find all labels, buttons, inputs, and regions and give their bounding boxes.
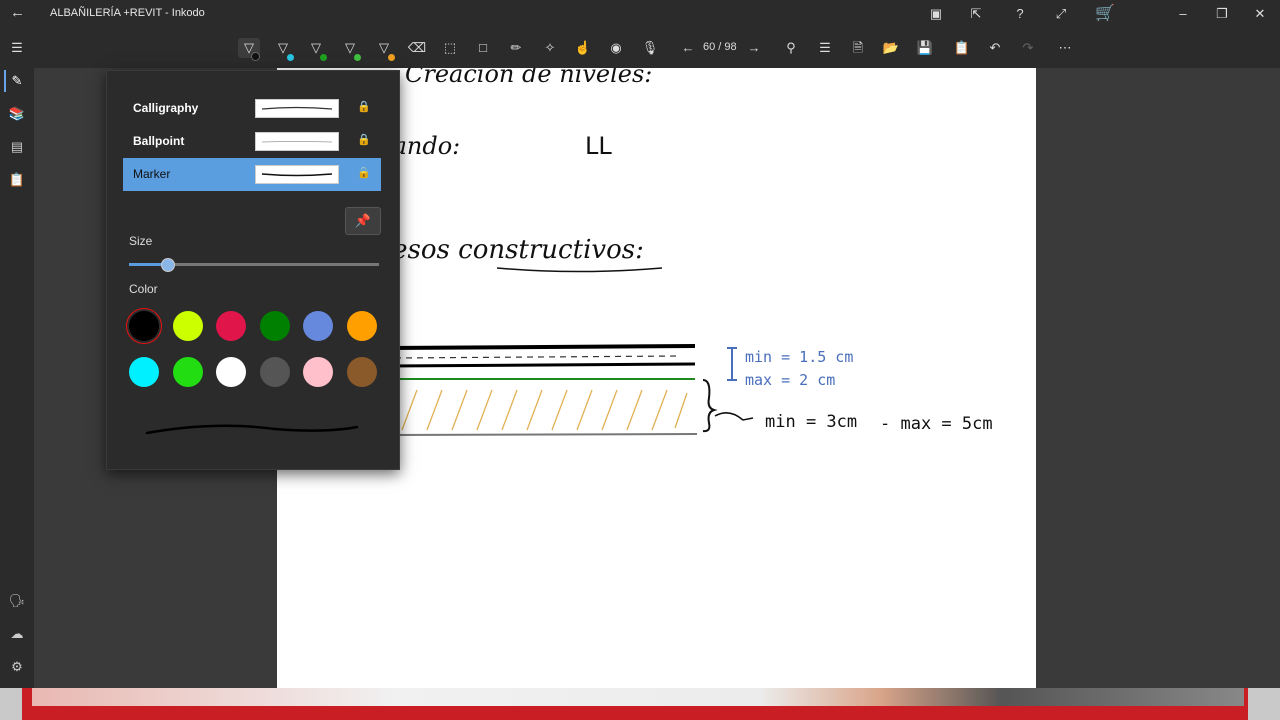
prev-page-icon[interactable]: ← xyxy=(677,38,699,58)
pen-type-label: Marker xyxy=(133,167,171,181)
title-bar: ← ALBAÑILERÍA +REVIT - Inkodo ▣ ⇱ ? ⤢ 🛒 … xyxy=(0,0,1280,28)
color-swatch[interactable] xyxy=(303,311,333,341)
minimize-icon[interactable]: – xyxy=(1172,6,1194,21)
sidebar-settings-icon[interactable]: ⚙ xyxy=(6,656,28,678)
microphone-icon[interactable]: 🎙 xyxy=(639,38,661,58)
lock-icon: 🔒 xyxy=(357,167,371,179)
sidebar: ✎ 📚 ▤ 📋 🗣 ☁ ⚙ xyxy=(0,68,34,688)
stroke-preview xyxy=(145,424,359,435)
sidebar-slides-icon[interactable]: ▤ xyxy=(6,136,28,158)
ruler-icon[interactable]: ✏ xyxy=(505,38,527,58)
pen-tool-orange[interactable]: ▽ xyxy=(373,38,395,61)
cart-icon[interactable]: 🛒 xyxy=(1094,3,1116,23)
move-icon[interactable]: ✧ xyxy=(539,38,561,58)
close-icon[interactable]: ✕ xyxy=(1249,6,1271,22)
pen-tool-cyan[interactable]: ▽ xyxy=(272,38,294,61)
lock-icon: 🔒 xyxy=(357,101,371,113)
layer-top-line xyxy=(386,344,696,350)
color-swatch[interactable] xyxy=(346,357,377,387)
bottom-strip xyxy=(0,688,1280,720)
sidebar-clipboard-icon[interactable]: 📋 xyxy=(6,169,28,191)
underline-stroke xyxy=(496,267,663,273)
pen-type-marker[interactable]: Marker 🔒 xyxy=(123,158,381,191)
color-swatch[interactable] xyxy=(216,311,246,341)
size-label: Size xyxy=(129,234,153,248)
orange-hatching xyxy=(401,389,688,431)
pen-tool-black[interactable]: ▽ xyxy=(238,38,260,61)
color-swatch[interactable] xyxy=(172,357,203,387)
annotation-min-1: min = 1.5 cm xyxy=(745,348,853,366)
pen-settings-panel: Calligraphy 🔒 Ballpoint 🔒 Marker 🔒 📌 Siz… xyxy=(106,70,400,470)
color-swatch[interactable] xyxy=(216,357,246,387)
layer-mid-line xyxy=(386,362,696,368)
pen-type-calligraphy[interactable]: Calligraphy 🔒 xyxy=(123,92,381,125)
palette-icon[interactable]: ◉ xyxy=(605,38,627,58)
zoom-icon[interactable]: ⚲ xyxy=(780,38,802,58)
sidebar-cloud-icon[interactable]: ☁ xyxy=(6,623,28,645)
color-swatch[interactable] xyxy=(129,357,159,387)
toolbar: ☰ ▽ ▽ ▽ ▽ ▽ ⌫ ⬚ □ ✏ ✧ ☝ ◉ 🎙 ← → ⚲ ☰ 🗎 📂 … xyxy=(0,28,1280,68)
color-swatch[interactable] xyxy=(259,311,290,341)
eraser-icon[interactable]: ⌫ xyxy=(406,38,428,58)
marker-preview xyxy=(255,165,339,184)
pen-tool-green[interactable]: ▽ xyxy=(305,38,327,61)
next-page-icon[interactable]: → xyxy=(743,38,765,58)
note-line-2-value: LL xyxy=(585,132,612,160)
color-swatch[interactable] xyxy=(259,357,290,387)
sidebar-library-icon[interactable]: 📚 xyxy=(6,103,28,125)
annotation-max-1: max = 2 cm xyxy=(745,371,835,389)
restore-icon[interactable]: ❐ xyxy=(1211,6,1233,22)
window-title: ALBAÑILERÍA +REVIT - Inkodo xyxy=(50,7,205,19)
share-icon[interactable]: ▣ xyxy=(925,6,947,22)
color-swatch[interactable] xyxy=(172,311,203,341)
color-swatch[interactable] xyxy=(303,357,333,387)
size-slider-thumb[interactable] xyxy=(160,258,175,272)
ballpoint-preview xyxy=(255,132,339,151)
pin-button[interactable]: 📌 xyxy=(345,207,381,235)
brace-stroke xyxy=(702,379,718,433)
export-icon[interactable]: ⇱ xyxy=(965,6,987,22)
adjust-icon[interactable]: ☰ xyxy=(814,38,836,58)
color-swatch[interactable] xyxy=(129,311,159,341)
touch-icon[interactable]: ☝ xyxy=(572,38,594,58)
new-page-icon[interactable]: 🗎 xyxy=(847,38,869,58)
save-icon[interactable]: 💾 xyxy=(914,38,936,58)
pen-tool-lime[interactable]: ▽ xyxy=(339,38,361,61)
annotation-min-2: min = 3cm xyxy=(765,412,857,432)
color-swatch[interactable] xyxy=(346,311,377,341)
blue-range-mark xyxy=(727,347,737,381)
sidebar-presenter-icon[interactable]: 🗣 xyxy=(6,590,28,612)
arrow-stroke xyxy=(714,412,754,421)
banner-image xyxy=(32,688,1244,706)
menu-icon[interactable]: ☰ xyxy=(6,38,28,58)
clipboard-icon[interactable]: 📋 xyxy=(951,38,973,58)
size-slider[interactable] xyxy=(129,258,379,272)
open-folder-icon[interactable]: 📂 xyxy=(880,38,902,58)
note-line-1: Creación de niveles: xyxy=(405,68,652,88)
lasso-select-icon[interactable]: ⬚ xyxy=(439,38,461,58)
shape-icon[interactable]: □ xyxy=(472,38,494,58)
page-counter: 60 / 98 xyxy=(703,41,737,53)
redo-icon[interactable]: ↷ xyxy=(1017,38,1039,58)
back-arrow-icon[interactable]: ← xyxy=(10,4,25,21)
layer-hatch-1 xyxy=(394,355,680,359)
sidebar-pen-icon[interactable]: ✎ xyxy=(4,70,28,92)
pen-type-ballpoint[interactable]: Ballpoint 🔒 xyxy=(123,125,381,158)
pen-type-label: Ballpoint xyxy=(133,134,185,148)
fullscreen-icon[interactable]: ⤢ xyxy=(1050,6,1072,22)
color-label: Color xyxy=(129,282,158,296)
more-icon[interactable]: ⋯ xyxy=(1054,38,1076,58)
pen-type-label: Calligraphy xyxy=(133,101,199,115)
lock-icon: 🔒 xyxy=(357,134,371,146)
help-icon[interactable]: ? xyxy=(1009,6,1031,21)
calligraphy-preview xyxy=(255,99,339,118)
pin-icon: 📌 xyxy=(354,213,372,228)
annotation-max-2: - max = 5cm xyxy=(880,414,993,434)
layer-bottom-line xyxy=(386,433,698,436)
undo-icon[interactable]: ↶ xyxy=(984,38,1006,58)
